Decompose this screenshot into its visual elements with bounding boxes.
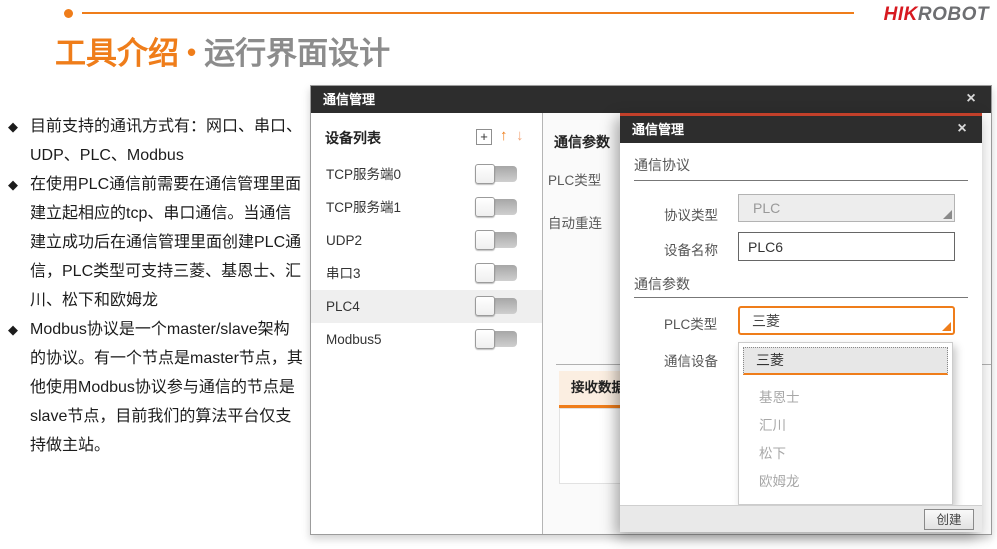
plc-type-field-label: PLC类型 xyxy=(664,313,717,333)
device-list: TCP服务端0 TCP服务端1 UDP2 串口3 xyxy=(311,158,542,356)
page-title-secondary: 运行界面设计 xyxy=(204,36,390,71)
note-bullet-1: ◆ 目前支持的通讯方式有：网口、串口、UDP、PLC、Modbus xyxy=(8,112,304,170)
dropdown-option-panasonic[interactable]: 松下 xyxy=(743,441,948,467)
logo-hik: HIK xyxy=(884,4,918,25)
toggle-knob xyxy=(475,164,495,184)
dialog2-footer: 创建 xyxy=(620,505,982,532)
device-name: Modbus5 xyxy=(326,332,382,347)
params-section-label: 通信参数 xyxy=(634,274,690,294)
diamond-bullet-icon: ◆ xyxy=(8,170,18,199)
note-bullet-3: ◆ Modbus协议是一个master/slave架构的协议。有一个节点是mas… xyxy=(8,315,304,460)
notes-panel: ◆ 目前支持的通讯方式有：网口、串口、UDP、PLC、Modbus ◆ 在使用P… xyxy=(8,112,304,460)
add-device-button[interactable]: + xyxy=(476,129,492,145)
deco-dot xyxy=(64,9,73,18)
device-name: UDP2 xyxy=(326,233,362,248)
device-row-tcp-server-0[interactable]: TCP服务端0 xyxy=(311,158,542,191)
move-up-icon[interactable]: ↑ xyxy=(500,127,508,144)
hikrobot-logo: HIKROBOT xyxy=(884,4,989,26)
toggle-switch-off[interactable] xyxy=(476,166,517,182)
dropdown-option-inovance[interactable]: 汇川 xyxy=(743,413,948,439)
toggle-knob xyxy=(475,296,495,316)
toggle-knob xyxy=(475,329,495,349)
device-list-header: 设备列表 + ↑ ↓ xyxy=(325,128,532,150)
device-row-tcp-server-1[interactable]: TCP服务端1 xyxy=(311,191,542,224)
note-text: Modbus协议是一个master/slave架构的协议。有一个节点是maste… xyxy=(30,321,303,454)
close-icon[interactable]: × xyxy=(961,86,981,113)
plc-type-select[interactable]: 三菱 xyxy=(738,306,955,335)
note-text: 在使用PLC通信前需要在通信管理里面建立起相应的tcp、串口通信。当通信建立成功… xyxy=(30,176,301,309)
device-list-title: 设备列表 xyxy=(325,130,381,146)
select-corner-icon xyxy=(943,210,952,219)
protocol-type-value: PLC xyxy=(753,200,780,216)
device-row-modbus5[interactable]: Modbus5 xyxy=(311,323,542,356)
dialog2-titlebar[interactable]: 通信管理 × xyxy=(620,116,982,143)
dialog2-title: 通信管理 xyxy=(632,122,684,137)
toggle-switch-off[interactable] xyxy=(476,265,517,281)
protocol-type-label: 协议类型 xyxy=(664,204,718,224)
device-row-plc4[interactable]: PLC4 xyxy=(311,290,542,323)
slide: HIKROBOT 工具介绍 • 运行界面设计 ◆ 目前支持的通讯方式有：网口、串口、… xyxy=(0,0,997,549)
device-name: TCP服务端0 xyxy=(326,167,401,182)
dialog1-titlebar[interactable]: 通信管理 × xyxy=(311,86,991,113)
device-name: PLC4 xyxy=(326,299,360,314)
move-down-icon[interactable]: ↓ xyxy=(516,127,524,144)
close-icon[interactable]: × xyxy=(952,116,972,143)
dialog1-title: 通信管理 xyxy=(323,92,375,107)
comm-params-section-label: 通信参数 xyxy=(554,132,610,152)
toggle-knob xyxy=(475,263,495,283)
toggle-switch-off[interactable] xyxy=(476,199,517,215)
select-corner-icon xyxy=(942,322,951,331)
dropdown-option-mitsubishi[interactable]: 三菱 xyxy=(743,347,948,375)
logo-robot: ROBOT xyxy=(918,4,989,25)
device-name-label: 设备名称 xyxy=(664,239,718,259)
plc-type-dropdown: 三菱 基恩士 汇川 松下 欧姆龙 xyxy=(738,342,953,505)
toggle-switch-off[interactable] xyxy=(476,298,517,314)
page-title-primary: 工具介绍 xyxy=(55,36,179,71)
protocol-section-label: 通信协议 xyxy=(634,155,690,175)
device-list-pane: 设备列表 + ↑ ↓ TCP服务端0 TCP服务端1 UDP2 xyxy=(311,113,543,534)
diamond-bullet-icon: ◆ xyxy=(8,315,18,344)
auto-reconnect-label: 自动重连 xyxy=(548,212,602,232)
diamond-bullet-icon: ◆ xyxy=(8,112,18,141)
note-bullet-2: ◆ 在使用PLC通信前需要在通信管理里面建立起相应的tcp、串口通信。当通信建立… xyxy=(8,170,304,315)
dropdown-option-omron[interactable]: 欧姆龙 xyxy=(743,469,948,495)
dropdown-option-keyence[interactable]: 基恩士 xyxy=(743,385,948,411)
toggle-knob xyxy=(475,230,495,250)
note-text: 目前支持的通讯方式有：网口、串口、UDP、PLC、Modbus xyxy=(30,118,302,164)
device-name: TCP服务端1 xyxy=(326,200,401,215)
page-title: 工具介绍 • 运行界面设计 xyxy=(55,28,390,73)
plc-type-label: PLC类型 xyxy=(548,169,601,189)
protocol-type-select[interactable]: PLC xyxy=(738,194,955,222)
create-button[interactable]: 创建 xyxy=(924,509,974,530)
toggle-switch-off[interactable] xyxy=(476,232,517,248)
protocol-section-divider xyxy=(634,180,968,181)
deco-line xyxy=(82,12,854,14)
device-row-udp2[interactable]: UDP2 xyxy=(311,224,542,257)
plc-type-value: 三菱 xyxy=(752,313,780,329)
comm-device-label: 通信设备 xyxy=(664,350,718,370)
toggle-knob xyxy=(475,197,495,217)
params-section-divider xyxy=(634,297,968,298)
create-communication-dialog: 通信管理 × 通信协议 协议类型 PLC 设备名称 通信参数 PLC类型 三菱 … xyxy=(620,113,982,532)
device-name: 串口3 xyxy=(326,266,361,281)
device-row-serial3[interactable]: 串口3 xyxy=(311,257,542,290)
title-separator-dot: • xyxy=(187,37,196,67)
toggle-switch-off[interactable] xyxy=(476,331,517,347)
device-name-input[interactable] xyxy=(738,232,955,261)
